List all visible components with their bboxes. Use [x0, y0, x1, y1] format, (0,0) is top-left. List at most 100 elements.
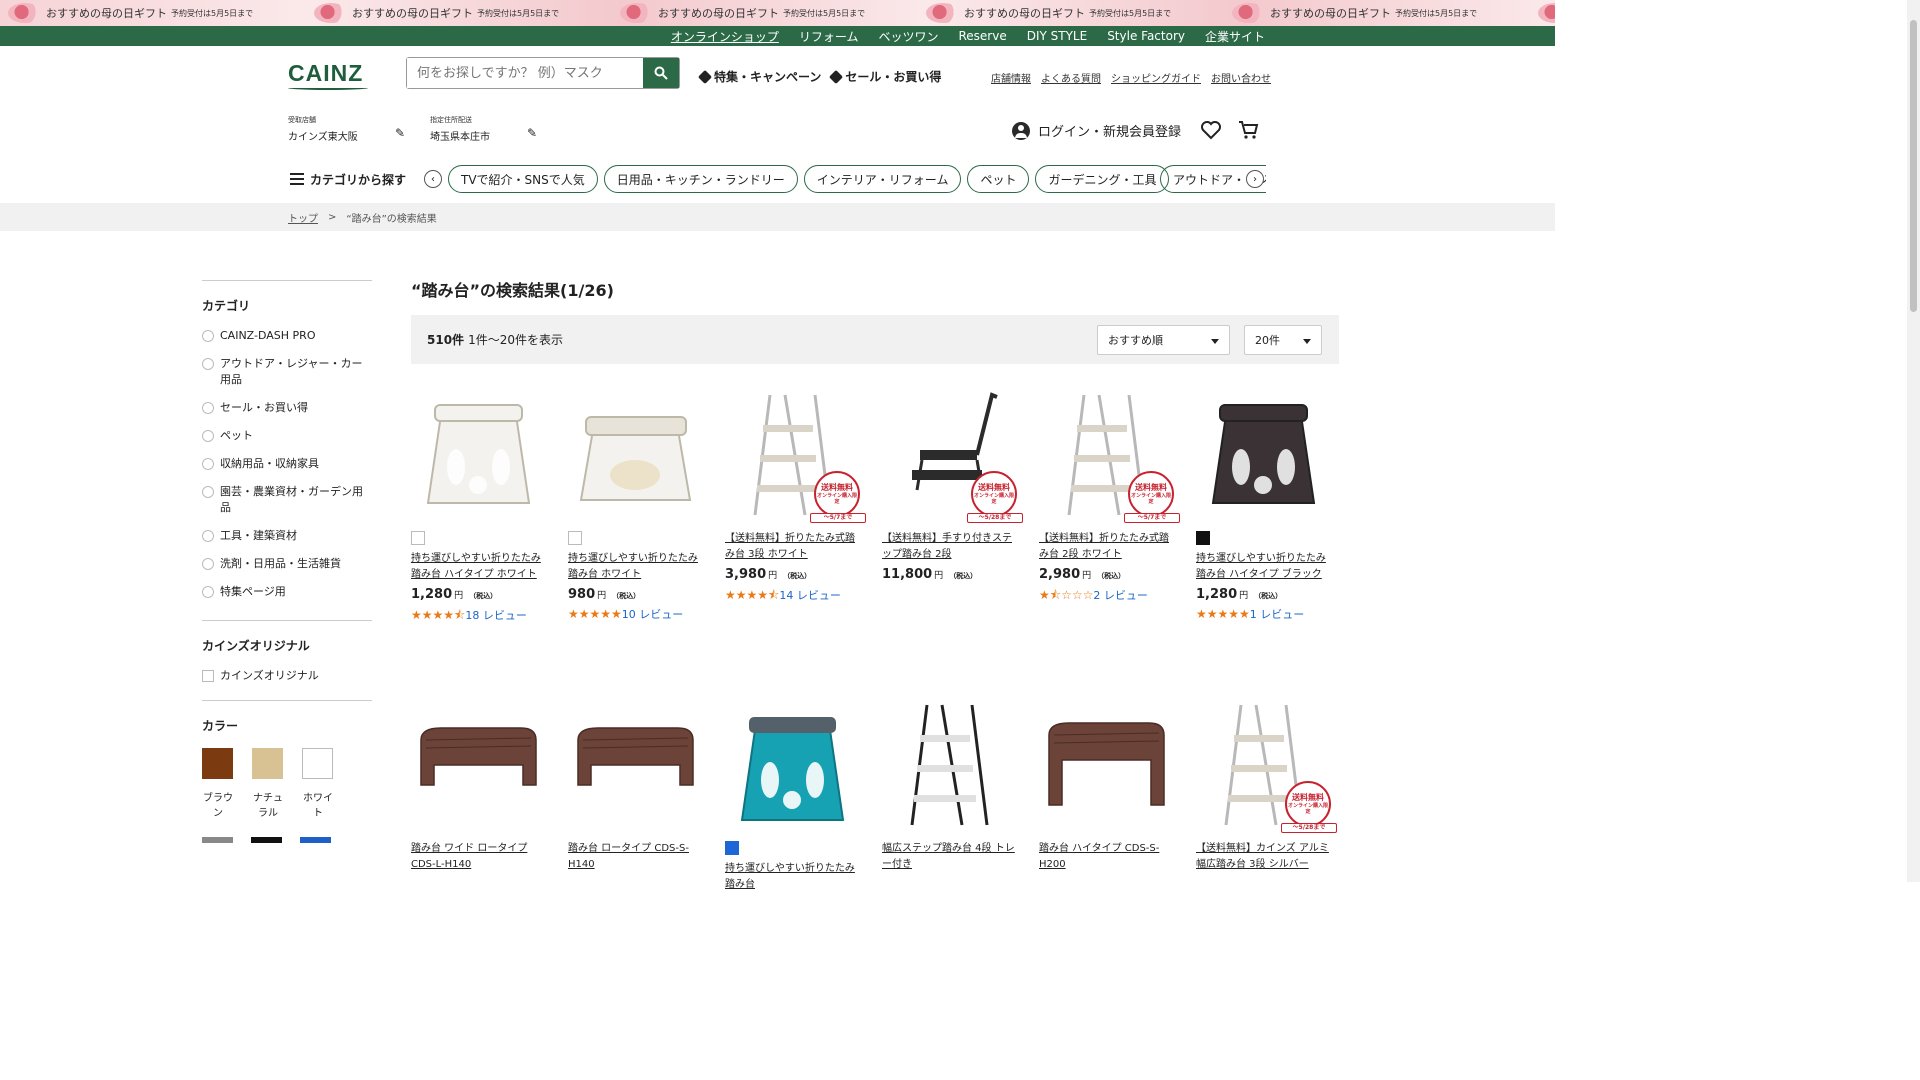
review-link[interactable]: 18 レビュー	[465, 609, 527, 622]
product-name-link[interactable]: 持ち運びしやすい折りたたみ踏み台	[725, 861, 860, 893]
color-swatch-box[interactable]	[202, 748, 233, 779]
login-register-link[interactable]: ログイン・新規会員登録	[1012, 121, 1181, 140]
product-image[interactable]	[568, 385, 703, 525]
promo-segment[interactable]: おすすめの母の日ギフト予約受付は5月5日まで	[306, 3, 612, 23]
product-image-wrap[interactable]: 送料無料 オンライン購入限定 ～5/28まで	[1196, 695, 1337, 835]
product-image[interactable]	[1196, 385, 1331, 525]
topnav-link[interactable]: オンラインショップ	[671, 28, 779, 45]
product-name-link[interactable]: 踏み台 ワイド ロータイプ CDS-L-H140	[411, 841, 546, 873]
product-card[interactable]: 踏み台 ワイド ロータイプ CDS-L-H140	[411, 695, 546, 873]
faq-link[interactable]: よくある質問	[1041, 70, 1101, 85]
promo-segment[interactable]: おすすめの母の日ギフト予約受付は5月5日まで	[918, 3, 1224, 23]
product-name-link[interactable]: 持ち運びしやすい折りたたみ踏み台 ホワイト	[568, 551, 703, 583]
color-swatch[interactable]: ブラウン	[202, 748, 234, 819]
product-card[interactable]: 送料無料 オンライン購入限定 ～5/28まで 【送料無料】手すり付きステップ踏み台 2…	[882, 385, 1023, 582]
color-swatch[interactable]: ナチュラル	[252, 748, 284, 819]
product-card[interactable]: 持ち運びしやすい折りたたみ踏み台 ホワイト 980 円 （税込） ★★★★★10 レビュ…	[568, 385, 703, 622]
product-image-wrap[interactable]	[411, 695, 546, 835]
category-filter-option[interactable]: ペット	[202, 428, 372, 444]
contact-link[interactable]: お問い合わせ	[1211, 70, 1271, 85]
product-image[interactable]	[411, 695, 546, 835]
product-name-link[interactable]: 踏み台 ハイタイプ CDS-S-H200	[1039, 841, 1174, 873]
topnav-link[interactable]: Reserve	[958, 29, 1006, 43]
search-button[interactable]	[643, 58, 679, 88]
radio-button[interactable]	[202, 330, 214, 342]
color-swatch[interactable]	[202, 837, 233, 843]
radio-button[interactable]	[202, 358, 214, 370]
chip-daily-goods[interactable]: 日用品・キッチン・ランドリー	[603, 165, 798, 193]
topnav-link[interactable]: 企業サイト	[1205, 28, 1265, 45]
pickup-store[interactable]: 受取店舗 カインズ東大阪	[288, 115, 358, 143]
radio-button[interactable]	[202, 586, 214, 598]
chip-pet[interactable]: ペット	[967, 165, 1030, 193]
product-name-link[interactable]: 幅広ステップ踏み台 4段 トレー付き	[882, 841, 1017, 873]
radio-button[interactable]	[202, 558, 214, 570]
product-card[interactable]: 送料無料 オンライン購入限定 ～5/7まで【送料無料】折りたたみ式踏み台 3段 ホワ…	[725, 385, 866, 607]
sort-select[interactable]: おすすめ順	[1097, 325, 1230, 355]
campaign-link[interactable]: 特集・キャンペーン	[697, 68, 821, 85]
product-image[interactable]	[411, 385, 546, 525]
edit-pencil-icon[interactable]: ✎	[395, 126, 405, 140]
product-image-wrap[interactable]	[882, 695, 1017, 835]
review-link[interactable]: 2 レビュー	[1093, 589, 1148, 602]
color-swatch[interactable]	[251, 837, 282, 843]
product-image[interactable]	[882, 695, 1017, 835]
product-card[interactable]: 幅広ステップ踏み台 4段 トレー付き	[882, 695, 1017, 873]
category-filter-option[interactable]: 収納用品・収納家具	[202, 456, 372, 472]
review-link[interactable]: 1 レビュー	[1250, 608, 1305, 621]
product-name-link[interactable]: 持ち運びしやすい折りたたみ踏み台 ハイタイプ ホワイト	[411, 551, 546, 583]
product-image[interactable]	[725, 695, 860, 835]
product-card[interactable]: 持ち運びしやすい折りたたみ踏み台 ハイタイプ ホワイト 1,280 円（税込） ★★★…	[411, 385, 546, 627]
color-swatch[interactable]: ホワイト	[302, 748, 334, 819]
category-filter-option[interactable]: 洗剤・日用品・生活雑貨	[202, 556, 372, 572]
product-image-wrap[interactable]	[1196, 385, 1331, 525]
product-image-wrap[interactable]	[1039, 695, 1174, 835]
product-name-link[interactable]: 【送料無料】折りたたみ式踏み台 3段 ホワイト	[725, 531, 860, 563]
product-name-link[interactable]: 【送料無料】折りたたみ式踏み台 2段 ホワイト	[1039, 531, 1174, 563]
product-image-wrap[interactable]	[568, 385, 703, 525]
product-card[interactable]: 送料無料 オンライン購入限定 ～5/28まで 【送料無料】カインズ アルミ幅広踏み台 …	[1196, 695, 1337, 873]
topnav-link[interactable]: Style Factory	[1107, 29, 1185, 43]
checkbox[interactable]	[202, 670, 214, 682]
original-filter-option[interactable]: カインズオリジナル	[202, 668, 372, 684]
product-card[interactable]: 持ち運びしやすい折りたたみ踏み台	[725, 695, 860, 893]
color-chip[interactable]	[411, 531, 425, 545]
product-name-link[interactable]: 踏み台 ロータイプ CDS-S-H140	[568, 841, 703, 873]
category-filter-option[interactable]: CAINZ-DASH PRO	[202, 328, 372, 344]
promo-segment[interactable]: おすすめの母の日ギフト予約受付は5月5日まで	[0, 3, 306, 23]
color-swatch[interactable]	[300, 837, 331, 843]
radio-button[interactable]	[202, 486, 214, 498]
topnav-link[interactable]: DIY STYLE	[1027, 29, 1087, 43]
promo-segment[interactable]: おすすめの母の日ギフト予約受付は5月5日まで	[612, 3, 918, 23]
product-image-wrap[interactable]: 送料無料 オンライン購入限定 ～5/7まで	[1039, 385, 1180, 525]
product-name-link[interactable]: 【送料無料】手すり付きステップ踏み台 2段	[882, 531, 1017, 563]
product-card[interactable]: 送料無料 オンライン購入限定 ～5/7まで【送料無料】折りたたみ式踏み台 2段 ホワ…	[1039, 385, 1180, 607]
radio-button[interactable]	[202, 430, 214, 442]
category-filter-option[interactable]: アウトドア・レジャー・カー用品	[202, 356, 372, 388]
color-chip[interactable]	[1196, 531, 1210, 545]
chevron-left-icon[interactable]: ‹	[424, 170, 443, 188]
radio-button[interactable]	[202, 458, 214, 470]
promo-banner[interactable]: おすすめの母の日ギフト 予約受付は5月5日まで おすすめの母の日ギフト 予約受付は5月…	[0, 0, 1555, 26]
product-card[interactable]: 踏み台 ロータイプ CDS-S-H140	[568, 695, 703, 873]
category-filter-option[interactable]: セール・お買い得	[202, 400, 372, 416]
search-input[interactable]	[407, 58, 643, 88]
radio-button[interactable]	[202, 530, 214, 542]
breadcrumb-top[interactable]: トップ	[288, 210, 318, 225]
product-image-wrap[interactable]: 送料無料 オンライン購入限定 ～5/7まで	[725, 385, 866, 525]
review-link[interactable]: 10 レビュー	[622, 608, 684, 621]
scrollbar-thumb[interactable]	[1910, 20, 1917, 312]
promo-segment[interactable]: おすすめの母の日ギフト予約受付は5月5日まで	[1530, 3, 1555, 23]
category-filter-option[interactable]: 工具・建築資材	[202, 528, 372, 544]
radio-button[interactable]	[202, 402, 214, 414]
per-page-select[interactable]: 20件	[1244, 325, 1322, 355]
product-image[interactable]	[568, 695, 703, 835]
category-filter-option[interactable]: 園芸・農業資材・ガーデン用品	[202, 484, 372, 516]
category-filter-option[interactable]: 特集ページ用	[202, 584, 372, 600]
store-info-link[interactable]: 店舗情報	[991, 70, 1031, 85]
heart-icon[interactable]	[1200, 120, 1222, 140]
chip-tv-sns[interactable]: TVで紹介・SNSで人気	[448, 165, 598, 193]
product-card[interactable]: 踏み台 ハイタイプ CDS-S-H200	[1039, 695, 1174, 873]
category-menu-button[interactable]: カテゴリから探す	[290, 171, 406, 188]
product-name-link[interactable]: 持ち運びしやすい折りたたみ踏み台 ハイタイプ ブラック	[1196, 551, 1331, 583]
